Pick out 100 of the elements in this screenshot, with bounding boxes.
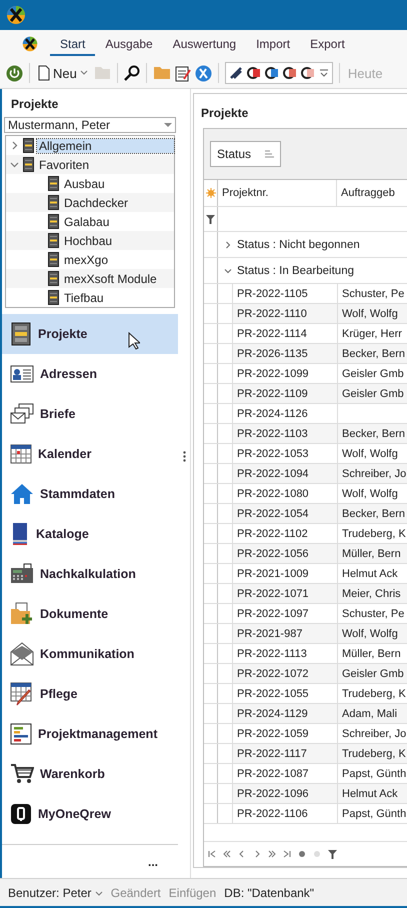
table-cell-text: Becker, Bern	[341, 506, 406, 522]
nav-item[interactable]: Projekte	[2, 314, 178, 354]
ribbon-tab[interactable]: Start	[50, 32, 96, 56]
nav-item[interactable]: Briefe	[2, 394, 178, 434]
table-cell: PR-2024-1126	[233, 404, 338, 423]
table-cell: PR-2021-1009	[233, 564, 338, 583]
user-dropdown[interactable]: Benutzer: Peter	[8, 886, 103, 900]
cabinet-icon	[23, 157, 34, 172]
table-cell-text: Helmut Ack	[341, 786, 399, 802]
cabinet-icon	[48, 214, 59, 229]
search-icon[interactable]	[124, 65, 140, 81]
group-chip[interactable]: Status	[210, 141, 282, 167]
column-header[interactable]: Projektnr.	[218, 180, 337, 206]
cabinet-icon	[48, 233, 59, 248]
filter-icon[interactable]	[206, 214, 215, 224]
table-cell: PR-2022-1102	[233, 524, 338, 543]
ribbon-tab[interactable]: Ausgabe	[95, 32, 163, 56]
table-cell: PR-2022-1053	[233, 444, 338, 463]
table-cell-text: Schuster, Pe	[341, 286, 406, 302]
group-row[interactable]: Status : In Bearbeitung	[218, 258, 407, 283]
table-cell: PR-2022-1056	[233, 544, 338, 563]
previous-record-icon[interactable]	[238, 850, 246, 858]
nav-item[interactable]: Warenkorb	[2, 754, 178, 794]
table-cell: PR-2022-1105	[233, 284, 338, 303]
nav-item[interactable]: MyOneQrew	[2, 794, 178, 834]
first-record-icon[interactable]	[208, 850, 216, 858]
table-cell-text: Papst, Günth	[341, 806, 407, 822]
table-cell-text: Wolf, Wolfg	[341, 446, 399, 462]
gantt-chart-icon	[10, 723, 32, 745]
column-header[interactable]: Auftraggeb	[337, 180, 407, 206]
app-logo-icon	[10, 803, 32, 825]
filter-icon[interactable]	[328, 850, 337, 858]
cash-register-icon	[10, 563, 34, 585]
nav-item[interactable]: Kataloge	[2, 514, 178, 554]
table-cell-text: Becker, Bern	[341, 426, 406, 442]
notepad-icon[interactable]	[174, 64, 191, 82]
ribbon-tab[interactable]: Export	[300, 32, 355, 56]
table-cell: PR-2022-1113	[233, 644, 338, 663]
caret-icon	[94, 890, 103, 896]
cabinet-icon	[48, 252, 59, 267]
next-record-icon[interactable]	[253, 850, 261, 858]
collapse-icon[interactable]	[10, 160, 19, 169]
table-cell: PR-2022-1106	[233, 804, 338, 823]
table-cell: PR-2022-1080	[233, 484, 338, 503]
more-button[interactable]: ...	[148, 855, 158, 869]
app-logo-icon[interactable]	[194, 64, 212, 82]
cabinet-icon	[48, 290, 59, 305]
nav-item[interactable]: Adressen	[2, 354, 178, 394]
table-cell: PR-2022-1109	[233, 384, 338, 403]
cabinet-icon	[10, 322, 32, 346]
nav-item[interactable]: Pflege	[2, 674, 178, 714]
table-cell-text: Meier, Chris	[341, 586, 402, 602]
last-record-icon[interactable]	[283, 850, 291, 858]
expand-icon[interactable]	[10, 141, 19, 150]
table-cell-text: Wolf, Wolfg	[341, 486, 399, 502]
nav-item[interactable]: Kommunikation	[2, 634, 178, 674]
table-cell: PR-2021-987	[233, 624, 338, 643]
tree-item[interactable]: Galabau	[62, 214, 112, 228]
table-cell-text: Geisler Gmb	[341, 366, 405, 382]
panel-title: Projekte	[10, 96, 60, 113]
mouse-pointer-icon	[128, 332, 140, 350]
new-button[interactable]: Neu	[36, 65, 90, 81]
nav-item[interactable]: Dokumente	[2, 594, 178, 634]
table-cell-text: Krüger, Herr	[341, 326, 403, 342]
power-icon[interactable]	[6, 64, 23, 82]
nav-item[interactable]: Stammdaten	[2, 474, 178, 514]
caret-icon	[164, 122, 172, 128]
table-cell: PR-2022-1114	[233, 324, 338, 343]
table-cell: PR-2024-1129	[233, 704, 338, 723]
book-icon	[10, 522, 30, 546]
nav-item[interactable]: Nachkalkulation	[2, 554, 178, 594]
table-cell-text: Becker, Bern	[341, 346, 406, 362]
table-cell: PR-2022-1071	[233, 584, 338, 603]
add-record-icon[interactable]	[298, 850, 306, 858]
table-cell: PR-2022-1087	[233, 764, 338, 783]
cabinet-icon	[48, 176, 59, 191]
status-item: DB: "Datenbank"	[224, 886, 314, 900]
house-icon	[10, 483, 34, 505]
sort-icon	[265, 150, 274, 158]
splitter-grip-icon[interactable]	[182, 451, 186, 462]
table-cell: PR-2022-1110	[233, 304, 338, 323]
table-cell-text: Trudeberg, K	[341, 526, 407, 542]
previous-page-icon[interactable]	[223, 850, 231, 858]
tree-item[interactable]: Tiefbau	[62, 290, 106, 304]
tree-item[interactable]: Ausbau	[62, 176, 107, 190]
table-cell-text: Schreiber, Jo	[341, 466, 407, 482]
ribbon-tab[interactable]: Auswertung	[162, 32, 246, 56]
nav-item[interactable]: Projektmanagement	[2, 714, 178, 754]
next-page-icon[interactable]	[268, 850, 276, 858]
ribbon-tab[interactable]: Import	[246, 32, 300, 56]
table-cell-text: Papst, Günth	[341, 766, 407, 782]
tree-item[interactable]: mexXgo	[62, 252, 110, 266]
user-select[interactable]: Mustermann, Peter	[4, 117, 176, 133]
tree-item[interactable]: Allgemein	[37, 138, 174, 152]
logo-icon	[22, 36, 38, 52]
table-cell: PR-2022-1054	[233, 504, 338, 523]
group-row[interactable]: Status : Nicht begonnen	[218, 232, 407, 257]
status-item: Einfügen	[168, 886, 216, 900]
nav-item[interactable]: Kalender	[2, 434, 178, 474]
table-cell-text: Geisler Gmb	[341, 666, 405, 682]
